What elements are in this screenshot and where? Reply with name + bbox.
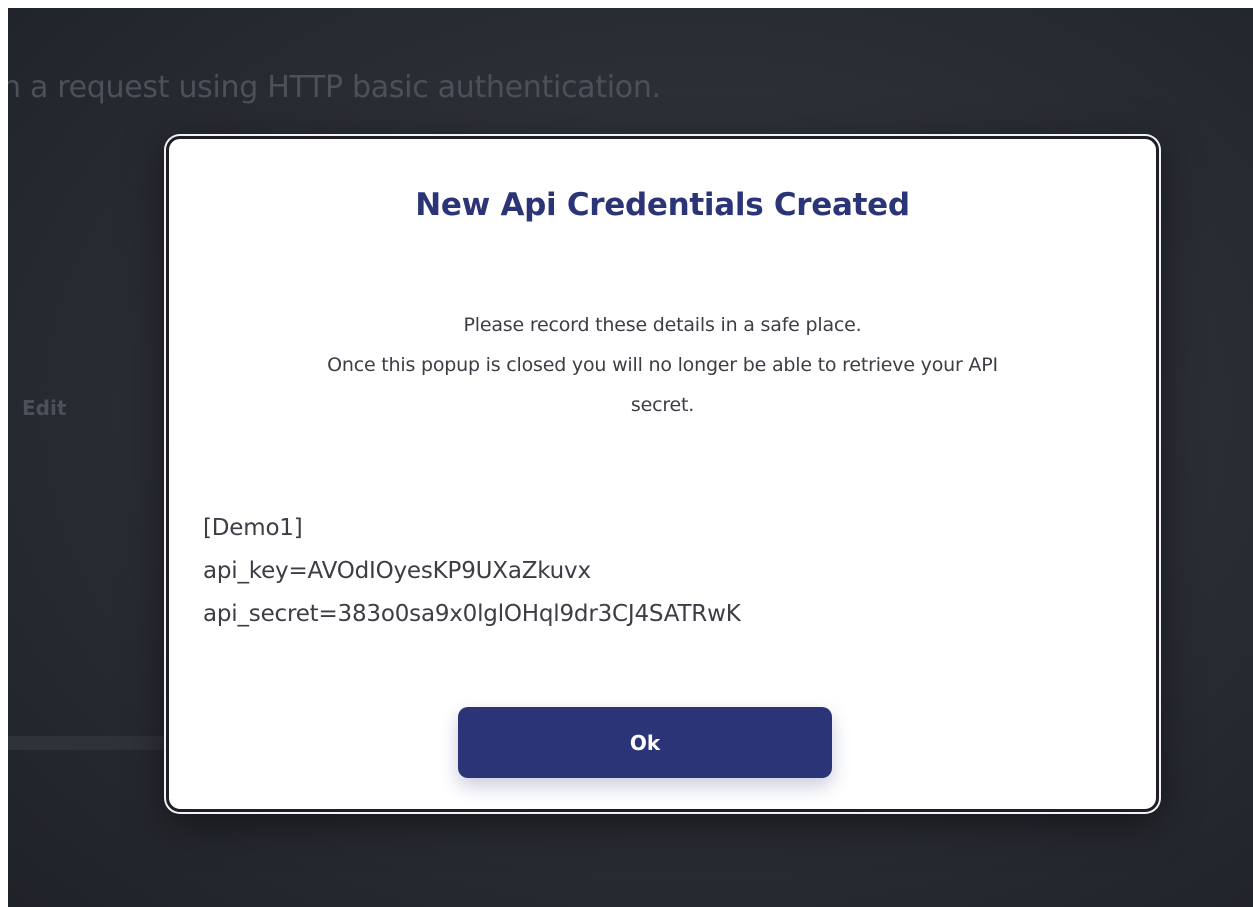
credentials-api-secret: api_secret=383o0sa9x0lglOHql9dr3CJ4SATRw…: [203, 601, 741, 627]
ok-button[interactable]: Ok: [458, 707, 832, 778]
modal-message: Please record these details in a safe pl…: [189, 305, 1136, 425]
modal-message-line: secret.: [630, 394, 695, 416]
background-edit-link: Edit: [22, 396, 67, 420]
credentials-block: [Demo1] api_key=AVOdIOyesKP9UXaZkuvx api…: [203, 507, 741, 636]
credentials-profile: [Demo1]: [203, 515, 303, 541]
modal-message-line: Please record these details in a safe pl…: [463, 314, 862, 336]
credentials-api-key: api_key=AVOdIOyesKP9UXaZkuvx: [203, 558, 591, 584]
modal-message-line: Once this popup is closed you will no lo…: [327, 354, 998, 376]
modal-title: New Api Credentials Created: [415, 187, 910, 223]
credentials-modal: New Api Credentials Created Please recor…: [166, 136, 1159, 812]
background-divider: [8, 736, 178, 750]
background-description-text: n a request using HTTP basic authenticat…: [8, 70, 661, 105]
